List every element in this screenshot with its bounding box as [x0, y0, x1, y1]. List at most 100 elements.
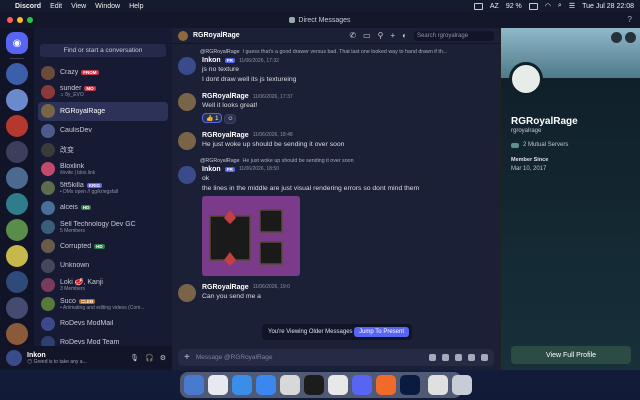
discord-home-button[interactable]: ◉ — [6, 32, 28, 54]
message-author[interactable]: Inkon — [202, 166, 221, 173]
view-full-profile-button[interactable]: View Full Profile — [511, 346, 631, 364]
battery-percent[interactable]: 92 % — [506, 3, 522, 10]
wifi-icon[interactable]: ◠ — [545, 2, 551, 10]
reply-preview[interactable]: @RGRoyalRage I guess that's a good drawer… — [178, 48, 492, 56]
search-icon[interactable]: ⌕ — [558, 2, 562, 10]
dm-list-item[interactable]: Loki 🥩, Kanji 3 Members — [38, 275, 168, 294]
dm-list-item[interactable]: 5ft5killa KRIG • DMs open // gg/kriegsfall — [38, 179, 168, 198]
message-avatar[interactable] — [178, 283, 196, 302]
server-icon[interactable] — [6, 63, 28, 85]
menu-app-name[interactable]: Discord — [15, 3, 41, 10]
trash-icon[interactable] — [452, 375, 472, 395]
zoom-window-button[interactable] — [27, 17, 33, 23]
dm-text: Crazy FROM — [60, 69, 99, 76]
message-author[interactable]: Inkon — [202, 57, 221, 64]
dm-list-item[interactable]: RGRoyalRage — [38, 101, 168, 121]
menu-help[interactable]: Help — [129, 3, 143, 10]
gift-icon[interactable] — [429, 354, 436, 361]
dm-list-item[interactable]: Bloxlink/invite | blox.link — [38, 159, 168, 178]
message-avatar[interactable] — [178, 93, 196, 111]
headphones-icon[interactable]: 🎧 — [145, 354, 154, 362]
server-icon[interactable] — [6, 297, 28, 319]
discord-dock-icon[interactable] — [352, 375, 372, 395]
recipient-name[interactable]: RGRoyalRage — [193, 32, 240, 39]
message-composer[interactable]: + Message @RGRoyalRage — [178, 349, 494, 366]
minimize-window-button[interactable] — [17, 17, 23, 23]
photoshop-icon[interactable] — [400, 375, 420, 395]
document-icon[interactable] — [428, 375, 448, 395]
profile-toggle-icon[interactable]: ◐ — [402, 31, 407, 40]
dm-list-item[interactable]: alceis HD — [38, 198, 168, 217]
screen-record-icon[interactable] — [473, 2, 483, 10]
add-friends-icon[interactable]: + — [390, 31, 395, 40]
chatgpt-icon[interactable] — [280, 375, 300, 395]
chat-search-input[interactable]: Search rgroyalrage — [414, 30, 494, 41]
control-center-icon[interactable]: ☰ — [569, 2, 575, 10]
jump-to-present-button[interactable]: Jump To Present — [354, 327, 409, 337]
add-attachment-icon[interactable]: + — [184, 352, 190, 363]
battery-icon[interactable] — [528, 2, 538, 10]
dm-list-item[interactable]: Unknown — [38, 256, 168, 275]
message-avatar[interactable] — [178, 57, 196, 75]
message-avatar[interactable] — [178, 131, 196, 150]
recipient-avatar[interactable] — [178, 30, 188, 41]
add-reaction-icon[interactable]: ☺ — [224, 113, 237, 124]
server-icon[interactable] — [6, 323, 28, 345]
more-options-icon[interactable] — [625, 32, 636, 43]
find-conversation-button[interactable]: Find or start a conversation — [40, 44, 166, 57]
message-avatar[interactable] — [178, 165, 196, 184]
microphone-icon[interactable]: 🎙 — [130, 354, 139, 362]
menu-window[interactable]: Window — [95, 3, 120, 10]
reaction-thumbs-up[interactable]: 👍 1 — [202, 113, 223, 123]
user-name[interactable]: Inkon — [27, 352, 87, 359]
server-tag-badge: PR — [224, 58, 235, 63]
voice-call-icon[interactable]: ✆ — [349, 31, 356, 40]
server-icon[interactable] — [6, 141, 28, 163]
dm-list-item[interactable]: 改变 — [38, 140, 168, 159]
emoji-icon[interactable] — [468, 354, 475, 361]
menu-view[interactable]: View — [71, 3, 86, 10]
app-icon[interactable] — [376, 375, 396, 395]
dm-list-item[interactable]: Suco CLEB • Animating and editing videos (… — [38, 295, 168, 314]
gif-icon[interactable] — [442, 354, 449, 361]
notes-icon[interactable] — [304, 375, 324, 395]
help-icon[interactable]: ? — [628, 15, 632, 24]
server-icon[interactable] — [6, 271, 28, 293]
message-author[interactable]: RGRoyalRage — [202, 93, 249, 100]
dm-list-item[interactable]: Crazy FROM — [38, 63, 168, 82]
roblox-icon[interactable] — [328, 375, 348, 395]
dm-list-item[interactable]: Corrupted HD — [38, 237, 168, 256]
mutual-servers[interactable]: 2 Mutual Servers — [511, 142, 630, 148]
sticker-icon[interactable] — [455, 354, 462, 361]
message-author[interactable]: RGRoyalRage — [202, 284, 249, 291]
server-icon[interactable] — [6, 89, 28, 111]
server-icon[interactable] — [6, 193, 28, 215]
composer-placeholder[interactable]: Message @RGRoyalRage — [196, 354, 273, 361]
input-language[interactable]: AZ — [490, 3, 499, 10]
safari-icon[interactable] — [232, 375, 252, 395]
add-friend-icon[interactable] — [611, 32, 622, 43]
dm-list-item[interactable]: CaulisDev — [38, 121, 168, 140]
dm-list-item[interactable]: RoDevs ModMail — [38, 314, 168, 333]
close-window-button[interactable] — [7, 17, 13, 23]
finder-icon[interactable] — [184, 375, 204, 395]
menu-edit[interactable]: Edit — [50, 3, 62, 10]
server-icon[interactable] — [6, 115, 28, 137]
dm-list-item[interactable]: Sell Technology Dev GC 5 Members — [38, 217, 168, 236]
launchpad-icon[interactable] — [208, 375, 228, 395]
message-author[interactable]: RGRoyalRage — [202, 132, 249, 139]
profile-avatar[interactable] — [509, 62, 543, 96]
server-icon[interactable] — [6, 167, 28, 189]
apps-icon[interactable] — [481, 354, 488, 361]
user-avatar[interactable] — [6, 350, 22, 366]
menubar-clock[interactable]: Tue Jul 28 22:08 — [582, 3, 634, 10]
server-icon[interactable] — [6, 245, 28, 267]
dm-list-item[interactable]: sunder MO ♫ 8y_EVO — [38, 82, 168, 101]
pin-icon[interactable]: ⚲ — [378, 31, 384, 40]
reply-preview[interactable]: @RGRoyalRage He just woke up should be se… — [178, 157, 492, 165]
server-icon[interactable] — [6, 219, 28, 241]
image-attachment[interactable] — [202, 195, 300, 276]
settings-gear-icon[interactable]: ⚙ — [160, 354, 166, 362]
video-call-icon[interactable]: ▭ — [363, 31, 371, 40]
mail-icon[interactable] — [256, 375, 276, 395]
